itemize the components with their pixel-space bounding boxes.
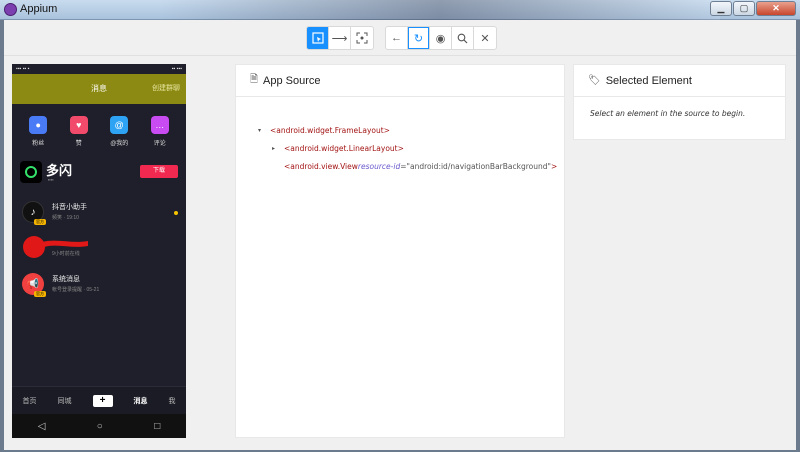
node-tag[interactable]: <android.widget.LinearLayout> <box>284 144 404 153</box>
minimize-button[interactable]: ▁ <box>710 1 732 16</box>
device-screenshot[interactable]: ▪▪▪ ▪▪ ▪ ▪▪ ▪▪▪ 消息 创建群聊 ● 粉丝 ♥ 赞 @ @我的 … … <box>12 64 186 438</box>
message-name: 系统消息 <box>52 276 80 283</box>
node-tag[interactable]: <android.view.View <box>284 162 358 171</box>
maximize-button[interactable]: ▢ <box>733 1 755 16</box>
nav-home-icon[interactable]: ○ <box>97 421 103 432</box>
back-button[interactable]: ← <box>386 27 408 49</box>
shortcut-label: 粉丝 <box>32 141 45 147</box>
shortcut-label: 赞 <box>75 141 82 147</box>
phone-status-bar: ▪▪▪ ▪▪ ▪ ▪▪ ▪▪▪ <box>12 64 186 74</box>
create-group-link[interactable]: 创建群聊 <box>152 83 180 93</box>
app-source-header: 🗎 App Source <box>236 65 564 97</box>
show-element-handles-button[interactable]: ◉ <box>430 27 452 49</box>
message-meta: 帐号登录提醒 · 05-21 <box>52 287 100 293</box>
tab-nearby[interactable]: 同城 <box>58 396 72 406</box>
toolbar: ⟶ ← ↻ ◉ ✕ <box>4 20 796 56</box>
shortcut-fans[interactable]: ● 粉丝 <box>23 116 53 147</box>
message-meta: 9小时前在线 <box>52 251 80 257</box>
android-nav-bar: ◁ ○ □ <box>12 414 186 438</box>
titlebar-background <box>160 0 720 20</box>
tree-node[interactable]: <android.view.View resource-id = "androi… <box>258 157 557 175</box>
nav-recents-icon[interactable]: □ <box>154 421 160 432</box>
window-title: Appium <box>20 3 58 15</box>
messages-header: 消息 创建群聊 <box>12 74 186 104</box>
shortcut-row: ● 粉丝 ♥ 赞 @ @我的 … 评论 <box>12 104 186 147</box>
heart-icon: ♥ <box>69 116 88 134</box>
expand-caret-icon[interactable]: ▸ <box>272 145 284 152</box>
inspector-app: ⟶ ← ↻ ◉ ✕ ▪▪▪ ▪▪ ▪ ▪▪ ▪▪▪ 消息 创建群聊 ● 粉丝 ♥… <box>4 20 796 450</box>
appium-logo-icon <box>4 3 17 16</box>
swipe-button[interactable]: ⟶ <box>329 27 351 49</box>
eye-icon: ◉ <box>435 32 446 45</box>
official-badge: 官方 <box>34 219 46 225</box>
quit-session-button[interactable]: ✕ <box>474 27 496 49</box>
expand-caret-icon[interactable]: ▾ <box>258 127 270 134</box>
file-icon: 🗎 <box>250 74 259 85</box>
duoshan-banner[interactable]: 多闪 ▪▪▪▪ 下载 <box>12 157 186 197</box>
tab-me[interactable]: 我 <box>169 396 176 406</box>
message-meta: 频笑 · 19:10 <box>52 215 79 221</box>
close-icon: ✕ <box>480 32 490 45</box>
window-titlebar: Appium ▁ ▢ ✕ <box>0 0 800 20</box>
refresh-icon: ↻ <box>413 32 424 45</box>
list-item[interactable]: ♪ 官方 抖音小助手 频笑 · 19:10 <box>12 197 186 233</box>
tree-node[interactable]: ▾ <android.widget.FrameLayout> <box>258 121 557 139</box>
mode-button-group: ⟶ <box>306 26 374 50</box>
tab-create[interactable]: + <box>92 394 113 407</box>
app-source-title: App Source <box>263 74 321 87</box>
search-button[interactable] <box>452 27 474 49</box>
duoshan-logo-icon <box>20 161 42 183</box>
source-tree: ▾ <android.widget.FrameLayout> ▸ <androi… <box>258 121 557 175</box>
tab-messages[interactable]: 消息 <box>134 396 148 406</box>
unread-dot <box>174 211 178 215</box>
selected-element-title: Selected Element <box>605 74 692 87</box>
tag-icon: 🏷 <box>588 75 601 86</box>
list-item[interactable]: 9小时前在线 <box>12 233 186 269</box>
node-tag-close: > <box>550 161 558 171</box>
tap-coordinates-icon <box>356 32 368 44</box>
shortcut-comments[interactable]: … 评论 <box>145 116 175 147</box>
search-icon <box>457 33 468 43</box>
tap-coordinates-button[interactable] <box>351 27 373 49</box>
action-button-group: ← ↻ ◉ ✕ <box>385 26 497 50</box>
close-window-button[interactable]: ✕ <box>756 1 796 16</box>
banner-subtitle: ▪▪▪▪ <box>48 177 54 182</box>
node-tag[interactable]: <android.widget.FrameLayout> <box>270 126 390 135</box>
node-attr-value: "android:id/navigationBarBackground" <box>406 161 551 171</box>
download-button[interactable]: 下载 <box>140 165 178 178</box>
app-source-panel: 🗎 App Source ▾ <android.widget.FrameLayo… <box>235 64 565 438</box>
tree-node[interactable]: ▸ <android.widget.LinearLayout> <box>258 139 557 157</box>
back-icon: ← <box>391 32 402 44</box>
select-elements-icon <box>311 32 324 44</box>
shortcut-label: @我的 <box>110 141 129 147</box>
bottom-tab-bar: 首页 同城 + 消息 我 <box>12 386 186 414</box>
selected-element-panel: 🏷 Selected Element Select an element in … <box>573 64 786 140</box>
fans-icon: ● <box>29 116 48 134</box>
message-name: 抖音小助手 <box>52 204 87 211</box>
list-item[interactable]: 📢 官方 系统消息 帐号登录提醒 · 05-21 <box>12 269 186 305</box>
at-icon: @ <box>110 116 129 134</box>
nav-back-icon[interactable]: ◁ <box>38 421 46 432</box>
shortcut-label: 评论 <box>153 141 166 147</box>
select-elements-button[interactable] <box>307 27 329 49</box>
shortcut-mentions[interactable]: @ @我的 <box>104 116 134 147</box>
tab-home[interactable]: 首页 <box>23 396 37 406</box>
node-attr-name: resource-id <box>357 161 401 171</box>
selected-element-hint: Select an element in the source to begin… <box>590 109 746 118</box>
official-badge: 官方 <box>34 291 46 297</box>
comment-icon: … <box>150 116 169 134</box>
selected-element-header: 🏷 Selected Element <box>574 65 785 97</box>
swipe-icon: ⟶ <box>331 32 348 45</box>
shortcut-likes[interactable]: ♥ 赞 <box>64 116 94 147</box>
refresh-button[interactable]: ↻ <box>408 27 430 49</box>
